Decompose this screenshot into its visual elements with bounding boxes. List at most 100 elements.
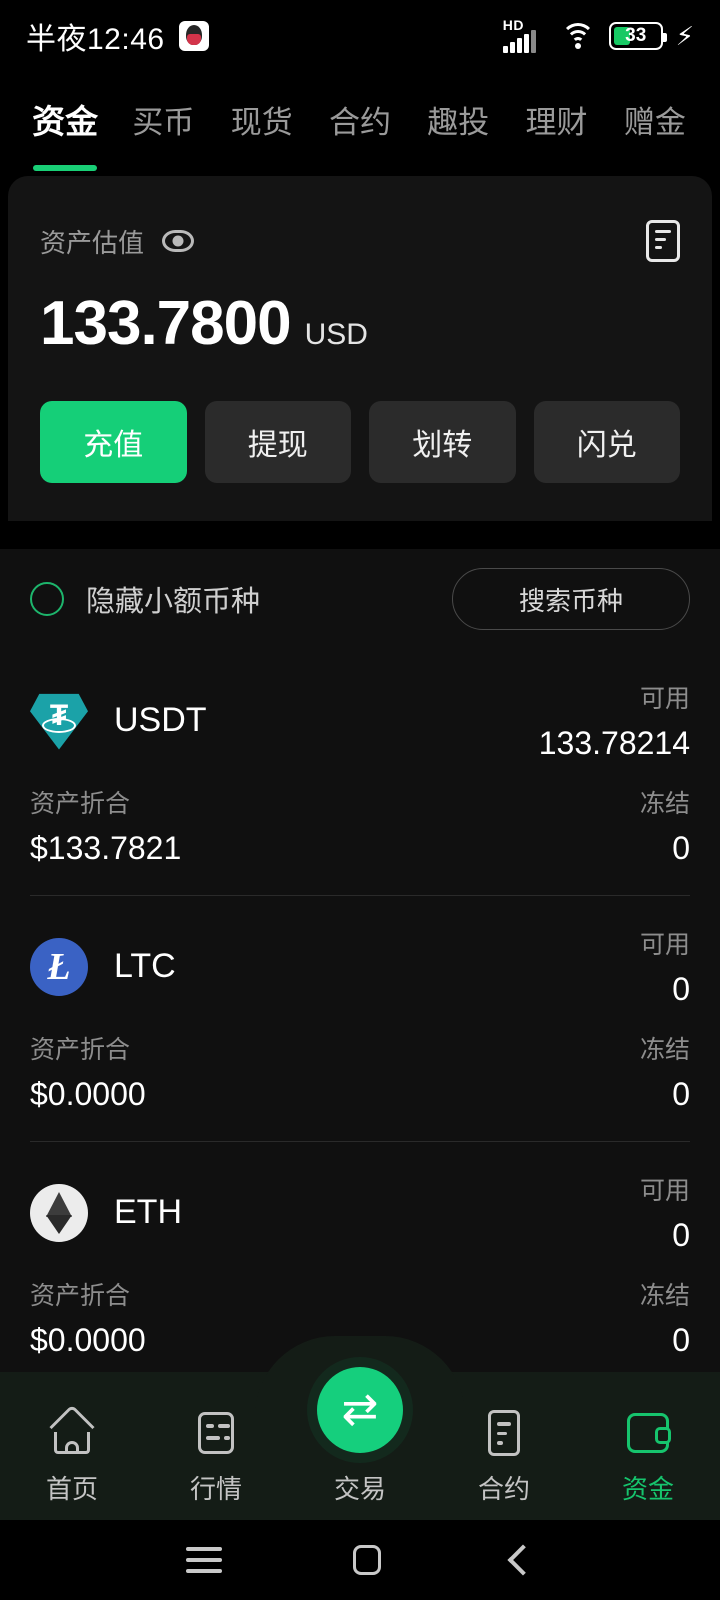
asset-action-row: 充值 提现 划转 闪兑 — [40, 401, 680, 483]
coin-identity: ₮ USDT — [30, 692, 207, 750]
deposit-button[interactable]: 充值 — [40, 401, 187, 483]
battery-icon: 33 — [608, 22, 667, 50]
nav-label: 行情 — [189, 1474, 242, 1504]
asset-summary-card: 资产估值 133.7800 USD 充值 提现 划转 闪兑 — [8, 176, 712, 521]
nav-items: 首页 行情 ⇄ 交易 合约 资金 — [0, 1367, 720, 1520]
available-value: 133.78214 — [538, 725, 690, 761]
tab-heyue[interactable]: 合约 — [311, 97, 409, 148]
coin-identity: Ł LTC — [30, 937, 176, 996]
frozen-value: 0 — [672, 1076, 690, 1112]
balance-currency: USD — [304, 318, 368, 351]
tab-zengjin[interactable]: 赠金 — [606, 97, 704, 148]
frozen-value: 0 — [672, 830, 690, 866]
converted-value: $0.0000 — [30, 1322, 146, 1358]
coin-converted-block: 资产折合 $0.0000 — [30, 1276, 146, 1359]
asset-label-group: 资产估值 — [40, 223, 195, 260]
coin-identity: ETH — [30, 1183, 182, 1242]
frozen-value: 0 — [672, 1322, 690, 1358]
tab-maibi[interactable]: 买币 — [114, 97, 212, 148]
document-icon[interactable] — [646, 220, 680, 262]
tab-label: 趣投 — [427, 104, 490, 140]
converted-value: $0.0000 — [30, 1076, 146, 1112]
coin-available-block: 可用 0 — [640, 925, 690, 1008]
tab-label: 买币 — [132, 104, 195, 140]
nav-label: 交易 — [333, 1474, 386, 1504]
frozen-label: 冻结 — [639, 1282, 690, 1310]
hide-small-checkbox[interactable] — [30, 582, 64, 616]
tab-licai[interactable]: 理财 — [507, 97, 605, 148]
tab-label: 理财 — [525, 104, 588, 140]
frozen-label: 冻结 — [639, 790, 690, 818]
coin-converted-block: 资产折合 $133.7821 — [30, 784, 181, 867]
status-bar-left: 半夜12:46 — [26, 14, 209, 58]
asset-valuation-label: 资产估值 — [40, 227, 145, 258]
transfer-button[interactable]: 划转 — [369, 401, 516, 483]
available-value: 0 — [672, 1217, 690, 1253]
signal-icon: HD — [502, 17, 547, 53]
coin-converted-block: 资产折合 $0.0000 — [30, 1030, 146, 1113]
recents-icon[interactable] — [185, 1547, 222, 1573]
coin-filter-row: 隐藏小额币种 搜索币种 — [30, 549, 690, 649]
home-square-icon[interactable] — [352, 1545, 381, 1575]
app-screen: 半夜12:46 HD 33 ⚡ 资金 买币 现货 合约 趣投 理财 赠金 资产估… — [0, 0, 720, 1600]
nav-item-contract[interactable]: 合约 — [432, 1409, 576, 1506]
nav-label: 合约 — [477, 1474, 530, 1504]
nav-item-market[interactable]: 行情 — [144, 1409, 288, 1506]
status-time: 半夜12:46 — [26, 23, 165, 56]
available-label: 可用 — [639, 1177, 690, 1205]
wallet-icon — [624, 1409, 672, 1457]
eye-icon[interactable] — [162, 230, 195, 252]
search-coin-button[interactable]: 搜索币种 — [452, 568, 690, 630]
coin-list-section: 隐藏小额币种 搜索币种 ₮ USDT 可用 133.78214 资产折合 $13… — [0, 549, 720, 1387]
available-value: 0 — [672, 971, 690, 1007]
market-icon — [192, 1409, 240, 1457]
top-tab-bar: 资金 买币 现货 合约 趣投 理财 赠金 — [0, 72, 720, 172]
balance-value: 133.7800 — [40, 289, 292, 358]
converted-value: $133.7821 — [30, 830, 182, 866]
nav-item-trade[interactable]: ⇄ 交易 — [288, 1367, 432, 1506]
status-bar: 半夜12:46 HD 33 ⚡ — [0, 0, 720, 72]
balance-row: 133.7800 USD — [40, 288, 680, 359]
tab-qutou[interactable]: 趣投 — [409, 97, 507, 148]
available-label: 可用 — [639, 931, 690, 959]
tab-active-underline — [33, 165, 98, 171]
coin-row-ltc[interactable]: Ł LTC 可用 0 资产折合 $0.0000 冻结 0 — [30, 895, 690, 1141]
nav-item-home[interactable]: 首页 — [0, 1404, 144, 1506]
available-label: 可用 — [639, 685, 690, 713]
tab-label: 赠金 — [623, 104, 686, 140]
coin-row-usdt[interactable]: ₮ USDT 可用 133.78214 资产折合 $133.7821 冻结 0 — [30, 649, 690, 895]
nav-label: 首页 — [45, 1474, 98, 1504]
qq-notification-icon — [178, 21, 209, 51]
flash-exchange-button[interactable]: 闪兑 — [533, 401, 680, 483]
coin-row-bottom: 资产折合 $133.7821 冻结 0 — [30, 784, 690, 867]
withdraw-button[interactable]: 提现 — [204, 401, 351, 483]
coin-symbol: ETH — [114, 1193, 182, 1231]
frozen-label: 冻结 — [639, 1036, 690, 1064]
bottom-navigation-bar: 首页 行情 ⇄ 交易 合约 资金 — [0, 1336, 720, 1520]
converted-label: 资产折合 — [30, 1036, 131, 1064]
coin-row-top: Ł LTC 可用 0 — [30, 925, 690, 1008]
android-system-nav — [0, 1520, 720, 1600]
nav-item-assets[interactable]: 资金 — [576, 1409, 720, 1506]
tab-label: 资金 — [32, 103, 99, 140]
coin-symbol: USDT — [114, 701, 207, 739]
tab-label: 合约 — [328, 104, 391, 140]
battery-percent: 33 — [625, 25, 647, 46]
section-divider — [0, 521, 720, 549]
usdt-icon: ₮ — [30, 693, 88, 750]
tab-xianhuo[interactable]: 现货 — [213, 97, 311, 148]
hide-small-group[interactable]: 隐藏小额币种 — [30, 578, 260, 620]
coin-available-block: 可用 0 — [640, 1171, 690, 1254]
tab-zijin[interactable]: 资金 — [16, 95, 114, 171]
swap-icon: ⇄ — [317, 1367, 403, 1453]
wifi-icon — [560, 22, 596, 50]
coin-frozen-block: 冻结 0 — [640, 784, 690, 867]
coin-row-top: ETH 可用 0 — [30, 1171, 690, 1254]
coin-row-bottom: 资产折合 $0.0000 冻结 0 — [30, 1030, 690, 1113]
signal-bars — [502, 30, 536, 53]
back-chevron-icon[interactable] — [507, 1544, 539, 1576]
coin-available-block: 可用 133.78214 — [539, 679, 690, 762]
hide-small-label: 隐藏小额币种 — [86, 586, 261, 618]
home-icon — [48, 1404, 96, 1457]
coin-row-top: ₮ USDT 可用 133.78214 — [30, 679, 690, 762]
